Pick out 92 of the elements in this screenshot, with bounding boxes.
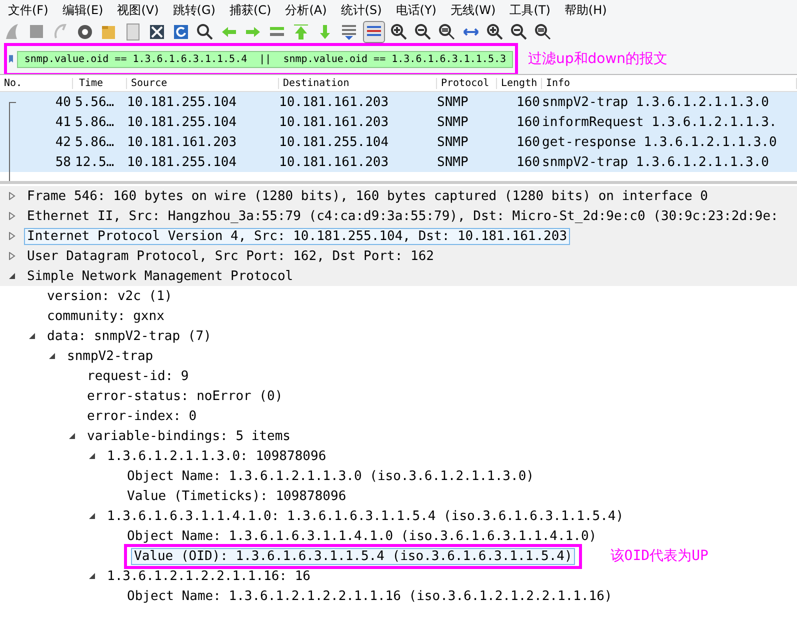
column-header[interactable]: Destination [279,78,437,88]
menu-item[interactable]: 电话(Y) [392,2,446,18]
table-cell-text: 160 [516,134,541,150]
table-cell-text: snmpV2-trap 1.3.6.1.2.1.1.3.0 [542,94,770,110]
zoom-in-icon[interactable] [389,22,409,42]
column-header[interactable]: Length [497,78,542,88]
table-cell-text: 40 [54,94,72,110]
table-cell-text: 5.86… [75,134,116,150]
tree-item[interactable]: Value (OID): 1.3.6.1.6.3.1.1.5.4 (iso.3.6.1.6.3.1.1.5.4) [131,548,576,564]
tree-item[interactable]: 1.3.6.1.2.1.2.2.1.1.16: 16 [104,568,314,584]
tree-item[interactable]: 1.3.6.1.2.1.1.3.0: 109878096 [104,448,330,464]
table-cell-text: SNMP [437,134,470,150]
menu-item[interactable]: 分析(A) [281,2,337,18]
zoom-reset-icon[interactable] [533,22,553,42]
expanded-triangle-icon[interactable] [88,452,96,460]
column-header[interactable]: Info [542,78,797,88]
table-cell-text: informRequest 1.3.6.1.2.1.1.3. [542,114,778,130]
table-cell-text: 160 [516,94,541,110]
tree-item[interactable]: community: gxnx [44,308,168,324]
expanded-triangle-icon[interactable] [48,352,56,360]
tree-item[interactable]: request-id: 9 [84,368,192,384]
table-cell-text: SNMP [437,114,470,130]
table-cell-text: 41 [54,114,72,130]
menu-item[interactable]: 视图(V) [113,2,169,18]
table-cell-text: 5.56… [75,94,116,110]
collapsed-triangle-icon[interactable] [8,252,16,260]
collapsed-triangle-icon[interactable] [8,192,16,200]
reload-icon[interactable] [171,22,191,42]
packet-row[interactable]: 42 5.86… 10.181.161.203 10.181.255.104 SNMP 160 get-response 1.3.6.1.2.1.1.3.0 [0,132,797,152]
collapsed-triangle-icon[interactable] [8,232,16,240]
column-header[interactable]: No. [0,78,73,88]
table-cell-text: 58 [54,154,72,170]
column-header[interactable]: Protocol [437,78,497,88]
tree-item[interactable]: Internet Protocol Version 4, Src: 10.181.255.104, Dst: 10.181.161.203 [24,228,570,244]
tree-item[interactable]: error-index: 0 [84,408,200,424]
menu-item[interactable]: 编辑(E) [58,2,114,18]
tree-item[interactable]: 1.3.6.1.6.3.1.1.4.1.0: 1.3.6.1.6.3.1.1.5.4 (iso.3.6.1.6.3.1.1.5.4) [104,508,627,524]
table-cell-text: 160 [516,114,541,130]
menu-item[interactable]: 跳转(G) [168,2,226,18]
expanded-triangle-icon[interactable] [28,332,36,340]
expanded-triangle-icon[interactable] [8,272,16,280]
table-cell-text: 10.181.161.203 [279,154,390,170]
table-cell-text: 5.86… [75,114,116,130]
table-cell-text: 10.181.161.203 [279,114,390,130]
table-cell-text: 10.181.255.104 [279,134,390,150]
zoom-in-icon[interactable] [485,22,505,42]
display-filter-field[interactable]: snmp.value.oid == 1.3.6.1.6.3.1.1.5.4 || snmp.value.oid == 1.3.6.1.6.3.1.1.5.3 [17,50,513,68]
menu-item[interactable]: 帮助(H) [560,2,617,18]
table-cell-text: 160 [516,154,541,170]
menu-item[interactable]: 无线(W) [446,2,506,18]
column-header[interactable]: Time [75,78,127,88]
table-cell-text: 10.181.255.104 [127,114,238,130]
zoom-reset-icon[interactable] [437,22,457,42]
tree-item[interactable]: error-status: noError (0) [84,388,286,404]
annotation-text: 过滤up和down的报文 [528,50,668,68]
packet-row[interactable]: 41 5.86… 10.181.255.104 10.181.161.203 SNMP 160 informRequest 1.3.6.1.2.1.1.3. [0,112,797,132]
menu-item[interactable]: 统计(S) [336,2,392,18]
tree-item[interactable]: Object Name: 1.3.6.1.6.3.1.1.4.1.0 (iso.3.6.1.6.3.1.1.4.1.0) [124,528,600,544]
table-cell-text: get-response 1.3.6.1.2.1.1.3.0 [542,134,778,150]
table-cell-text: 10.181.161.203 [279,94,390,110]
table-cell-text: 10.181.255.104 [127,154,238,170]
packet-row[interactable]: 58 12.5… 10.181.255.104 10.181.161.203 SNMP 160 snmpV2-trap 1.3.6.1.2.1.1.3.0 [0,152,797,172]
collapsed-triangle-icon[interactable] [8,212,16,220]
tree-item[interactable]: variable-bindings: 5 items [84,428,294,444]
expanded-triangle-icon[interactable] [88,512,96,520]
column-header[interactable]: Source [127,78,279,88]
table-cell-text: 10.181.161.203 [127,134,238,150]
tree-item[interactable]: Object Name: 1.3.6.1.2.1.2.2.1.1.16 (iso.3.6.1.2.1.2.2.1.1.16) [124,588,616,604]
table-cell-text: 10.181.255.104 [127,94,238,110]
tree-item[interactable]: Value (Timeticks): 109878096 [124,488,350,504]
expanded-triangle-icon[interactable] [68,432,76,440]
packet-row[interactable]: 40 5.56… 10.181.255.104 10.181.161.203 SNMP 160 snmpV2-trap 1.3.6.1.2.1.1.3.0 [0,92,797,112]
close-file-icon[interactable] [147,22,167,42]
zoom-out-icon[interactable] [509,22,529,42]
tree-item[interactable]: data: snmpV2-trap (7) [44,328,214,344]
menu-item[interactable]: 工具(T) [506,2,560,18]
menu-item[interactable]: 捕获(C) [225,2,282,18]
table-cell-text: SNMP [437,94,470,110]
expanded-triangle-icon[interactable] [88,572,96,580]
menu-item[interactable]: 文件(F) [4,2,58,18]
tree-item[interactable]: version: v2c (1) [44,288,176,304]
tree-item[interactable]: snmpV2-trap [64,348,156,364]
table-cell-text: 42 [54,134,72,150]
table-cell-text: 12.5… [75,154,116,170]
table-cell-text: SNMP [437,154,470,170]
tree-item[interactable]: Object Name: 1.3.6.1.2.1.1.3.0 (iso.3.6.1.2.1.1.3.0) [124,468,537,484]
zoom-out-icon[interactable] [413,22,433,42]
autoscroll-icon[interactable] [339,22,359,42]
colorize-icon[interactable] [363,21,385,43]
annotation-text: 该OID代表为UP [610,547,708,565]
table-cell-text: snmpV2-trap 1.3.6.1.2.1.1.3.0 [542,154,770,170]
search-icon[interactable] [195,22,215,42]
